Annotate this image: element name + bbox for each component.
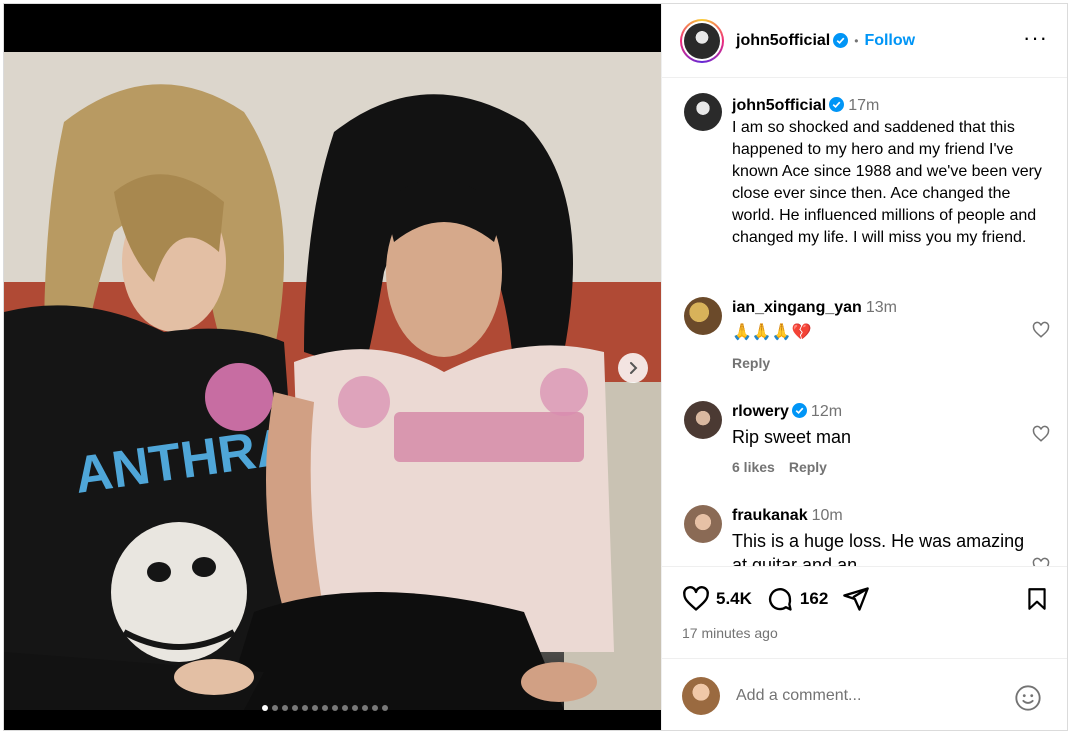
slide-dot	[322, 705, 328, 711]
share-icon[interactable]	[842, 585, 870, 613]
emoji-icon[interactable]	[1014, 684, 1042, 712]
author-username[interactable]: john5official	[736, 32, 830, 50]
comment-text: Rip sweet man	[732, 427, 852, 447]
slide-dot	[342, 705, 348, 711]
post-photo[interactable]: ANTHRAX	[4, 52, 661, 710]
next-slide-button[interactable]	[618, 353, 648, 383]
header-separator: •	[854, 33, 859, 48]
comment-username[interactable]: ian_xingang_yan	[732, 299, 862, 316]
slide-dot	[282, 705, 288, 711]
heart-icon[interactable]	[682, 585, 710, 613]
slide-dot	[312, 705, 318, 711]
verified-badge-icon	[833, 33, 849, 48]
likes-count[interactable]: 5.4K	[716, 589, 752, 609]
slide-dot	[362, 705, 368, 711]
post-media: ANTHRAX	[4, 4, 661, 730]
next-slide-icon	[630, 362, 638, 374]
comment-text: 🙏🙏🙏💔	[732, 324, 812, 341]
comment-icon[interactable]	[766, 585, 794, 613]
slide-dot	[292, 705, 298, 711]
comment-avatar[interactable]	[684, 401, 722, 439]
heart-icon[interactable]	[1032, 557, 1050, 566]
comment-text: This is a huge loss. He was amazing at g…	[732, 531, 1025, 566]
slide-indicator	[262, 705, 388, 711]
reply-button[interactable]: Reply	[732, 355, 770, 371]
post-header: john5official • Follow ···	[662, 4, 1067, 78]
caption-avatar[interactable]	[684, 93, 722, 131]
posted-time[interactable]: 17 minutes ago	[682, 625, 778, 641]
comment-input[interactable]	[736, 686, 996, 705]
add-comment-bar	[662, 658, 1067, 730]
slide-dot	[302, 705, 308, 711]
comments-count[interactable]: 162	[800, 589, 828, 609]
slide-dot	[272, 705, 278, 711]
caption-username[interactable]: john5official	[732, 97, 826, 114]
more-options-icon[interactable]: ···	[1023, 27, 1048, 49]
heart-icon[interactable]	[1032, 321, 1050, 339]
reply-button[interactable]: Reply	[789, 459, 827, 475]
comment-time: 13m	[865, 299, 897, 316]
follow-button[interactable]: Follow	[864, 32, 915, 50]
comments-list[interactable]: john5official 17m I am so shocked and sad…	[662, 79, 1067, 566]
comment-avatar[interactable]	[684, 505, 722, 543]
current-user-avatar	[682, 676, 720, 715]
slide-dot	[382, 705, 388, 711]
comment-time: 12m	[810, 403, 843, 420]
heart-icon[interactable]	[1032, 425, 1050, 443]
comment-avatar[interactable]	[684, 297, 722, 335]
slide-dot	[352, 705, 358, 711]
caption-time: 17m	[848, 97, 880, 114]
bookmark-icon[interactable]	[1024, 585, 1050, 613]
slide-dot	[332, 705, 338, 711]
avatar	[684, 22, 720, 59]
post-modal: ANTHRAX john5official • Follow ··· john5…	[3, 3, 1068, 731]
author-avatar-ring[interactable]	[680, 18, 724, 63]
verified-badge-icon	[791, 403, 807, 418]
slide-dot	[372, 705, 378, 711]
post-actions: 5.4K 162 17 minutes ago	[662, 566, 1067, 658]
slide-dot	[262, 705, 268, 711]
photo-illustration: ANTHRAX	[4, 52, 661, 710]
comment-username[interactable]: fraukanak	[732, 507, 808, 524]
verified-badge-icon	[829, 97, 845, 112]
caption-text: I am so shocked and saddened that this h…	[732, 119, 1042, 246]
post-sidebar: john5official • Follow ··· john5official…	[661, 4, 1067, 730]
comment-username[interactable]: rlowery	[732, 403, 789, 420]
comment-time: 10m	[811, 507, 843, 524]
comment-likes[interactable]: 6 likes	[732, 459, 775, 475]
